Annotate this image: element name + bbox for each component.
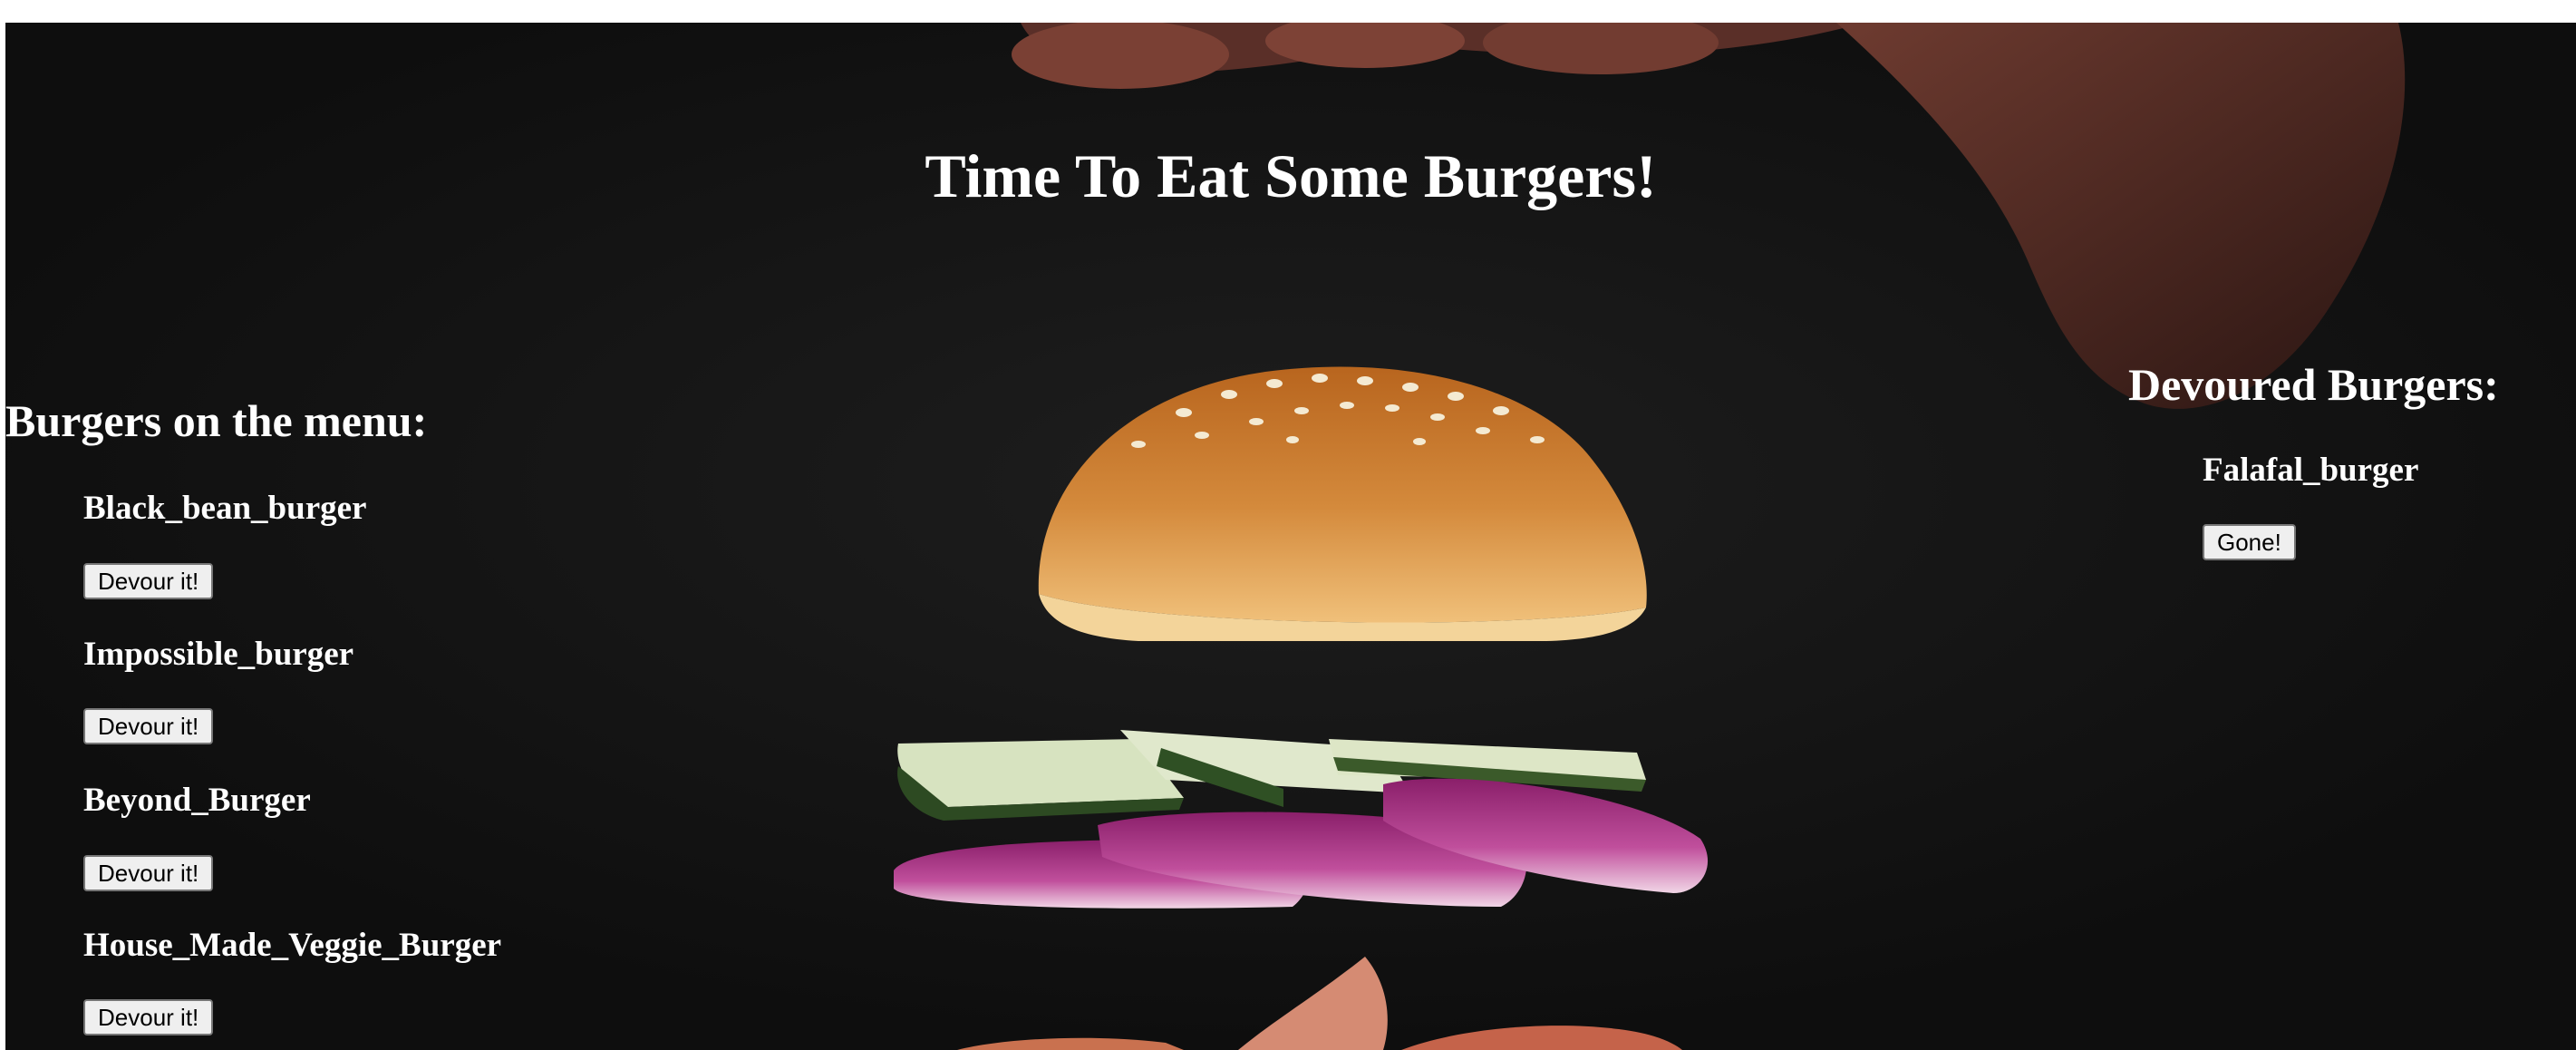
page-title: Time To Eat Some Burgers! xyxy=(925,141,1657,210)
menu-heading: Burgers on the menu: xyxy=(5,395,428,446)
menu-item-name: Black_bean_burger xyxy=(83,490,367,527)
devour-button[interactable]: Devour it! xyxy=(83,999,214,1035)
devoured-heading: Devoured Burgers: xyxy=(2128,359,2499,410)
menu-item-name: Beyond_Burger xyxy=(83,782,311,819)
page-background: Time To Eat Some Burgers! Burgers on the… xyxy=(5,23,2576,1050)
devour-button[interactable]: Devour it! xyxy=(83,563,214,599)
devour-button[interactable]: Devour it! xyxy=(83,855,214,891)
devour-button[interactable]: Devour it! xyxy=(83,708,214,744)
gone-button[interactable]: Gone! xyxy=(2203,524,2296,560)
menu-item-name: Impossible_burger xyxy=(83,636,354,673)
menu-item-name: House_Made_Veggie_Burger xyxy=(83,927,502,964)
devoured-item-name: Falafal_burger xyxy=(2203,452,2419,489)
